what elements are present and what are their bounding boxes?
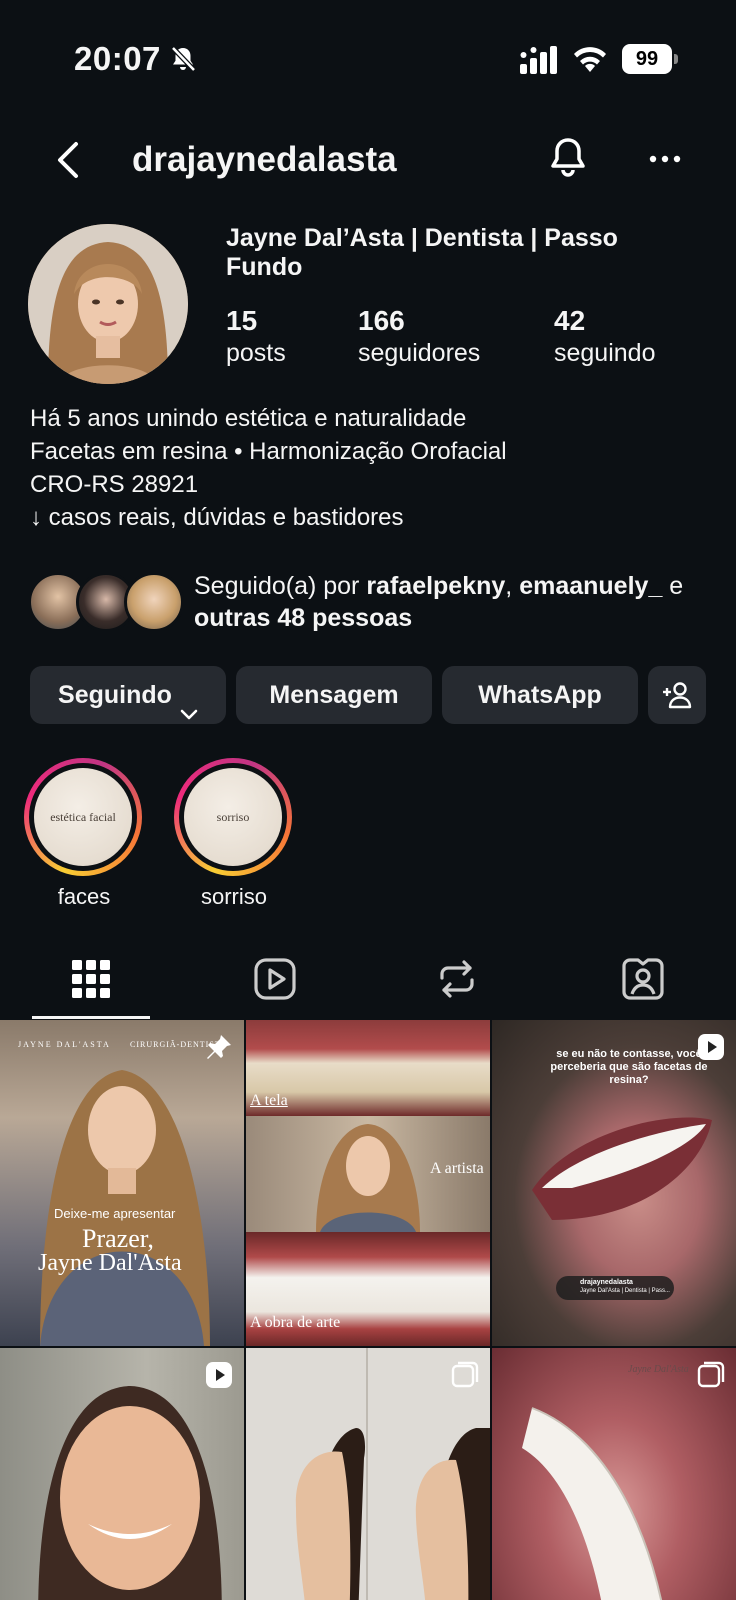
message-button[interactable]: Mensagem <box>236 666 432 724</box>
tab-tagged[interactable] <box>620 956 666 1002</box>
battery-icon: 99 <box>622 44 678 74</box>
bell-off-icon <box>171 46 196 72</box>
pin-icon <box>207 1035 231 1059</box>
stat-followers-count: 166 <box>358 305 405 336</box>
stat-followers[interactable]: 166 seguidores <box>358 304 480 368</box>
post-text: A tela <box>250 1092 288 1109</box>
profile-username: drajaynedalasta <box>132 140 397 179</box>
stat-following[interactable]: 42 seguindo <box>554 304 655 368</box>
signal-icon <box>520 46 557 74</box>
stat-following-label: seguindo <box>554 339 656 367</box>
carousel-icon <box>697 1361 725 1388</box>
post-text: Deixe-me apresentar <box>54 1206 176 1221</box>
post-signature: Jayne Dal'Asta <box>628 1364 689 1375</box>
following-button[interactable]: Seguindo <box>30 666 226 724</box>
stat-posts-count: 15 <box>226 305 258 336</box>
grid-icon <box>72 960 110 998</box>
stat-posts-label: posts <box>226 339 286 367</box>
stat-posts[interactable]: 15 posts <box>226 304 286 368</box>
add-user-button[interactable] <box>648 666 706 724</box>
post-text: Jayne Dal'Asta <box>38 1250 182 1276</box>
tab-grid[interactable] <box>68 956 114 1002</box>
grid-post[interactable] <box>246 1348 490 1600</box>
profile-avatar[interactable] <box>28 224 188 384</box>
highlight-cover-text: sorriso <box>184 768 282 866</box>
repost-icon <box>440 960 474 998</box>
add-user-icon <box>663 682 692 709</box>
grid-post[interactable] <box>0 1348 244 1600</box>
highlight-label: sorriso <box>200 884 267 909</box>
profile-display-name: Jayne Dal’Asta | Dentista | Passo Fundo <box>226 224 618 281</box>
profile-stats: 15 posts 166 seguidores 42 seguindo <box>226 304 706 374</box>
grid-post[interactable]: se eu não te contasse, você perceberia q… <box>492 1020 736 1346</box>
post-header-left: JAYNE DAL'ASTA <box>18 1040 111 1049</box>
reels-icon <box>254 958 296 1000</box>
battery-level: 99 <box>622 44 672 74</box>
reel-icon <box>698 1034 724 1060</box>
profile-header: drajaynedalasta <box>0 120 736 200</box>
story-highlight[interactable]: sorriso sorriso <box>174 758 294 910</box>
grid-post[interactable]: A tela A artista A obra de arte <box>246 1020 490 1346</box>
status-time: 20:07 <box>74 40 161 77</box>
post-caption: se eu não te contasse, você perceberia q… <box>550 1048 708 1086</box>
stat-followers-label: seguidores <box>358 339 481 367</box>
bio-line: Há 5 anos unindo estética e naturalidade <box>30 405 467 432</box>
avatar <box>124 572 184 632</box>
story-highlight[interactable]: estética facial faces <box>24 758 144 910</box>
back-icon[interactable] <box>52 138 88 182</box>
post-mini-username: drajaynedalasta <box>580 1279 633 1286</box>
followed-by-user: emaanuely_ <box>519 572 663 600</box>
tab-reposts[interactable] <box>434 956 480 1002</box>
followed-by-prefix: Seguido(a) por <box>194 572 367 600</box>
grid-post[interactable]: JAYNE DAL'ASTA CIRURGIÃ-DENTISTA Deixe-m… <box>0 1020 244 1346</box>
bio-line: ↓ casos reais, dúvidas e bastidores <box>30 504 404 531</box>
profile-bio: Há 5 anos unindo estética e naturalidade… <box>30 402 710 534</box>
bell-icon[interactable] <box>548 134 588 180</box>
status-bar: 20:07 99 <box>0 0 736 110</box>
followed-by-others: outras 48 pessoas <box>194 604 413 632</box>
grid-post[interactable]: Jayne Dal'Asta <box>492 1348 736 1600</box>
highlight-cover-text: estética facial <box>34 768 132 866</box>
following-button-label: Seguindo <box>58 681 172 709</box>
highlight-label: faces <box>57 884 111 909</box>
followed-by-separator: , <box>505 572 520 600</box>
more-icon[interactable] <box>648 144 682 174</box>
tab-reels[interactable] <box>252 956 298 1002</box>
tagged-icon <box>622 958 664 1000</box>
active-tab-indicator <box>32 1016 150 1019</box>
stat-following-count: 42 <box>554 305 586 336</box>
followed-by-text[interactable]: Seguido(a) por rafaelpekny, emaanuely_ e… <box>194 570 714 634</box>
bio-line: CRO-RS 28921 <box>30 471 199 498</box>
followed-by-user: rafaelpekny <box>366 572 506 600</box>
carousel-icon <box>451 1361 479 1388</box>
reel-icon <box>206 1362 232 1388</box>
whatsapp-button[interactable]: WhatsApp <box>442 666 638 724</box>
wifi-icon <box>574 47 606 72</box>
post-mini-sub: Jayne Dal'Asta | Dentista | Pass... <box>580 1288 670 1294</box>
post-text: A artista <box>430 1160 484 1177</box>
chevron-down-icon <box>180 687 198 720</box>
post-text: A obra de arte <box>250 1314 341 1331</box>
bio-line: Facetas em resina • Harmonização Orofaci… <box>30 438 507 465</box>
mutual-followers-avatars[interactable] <box>28 572 188 632</box>
followed-by-and: e <box>662 572 684 600</box>
profile-tabs <box>0 940 736 1020</box>
